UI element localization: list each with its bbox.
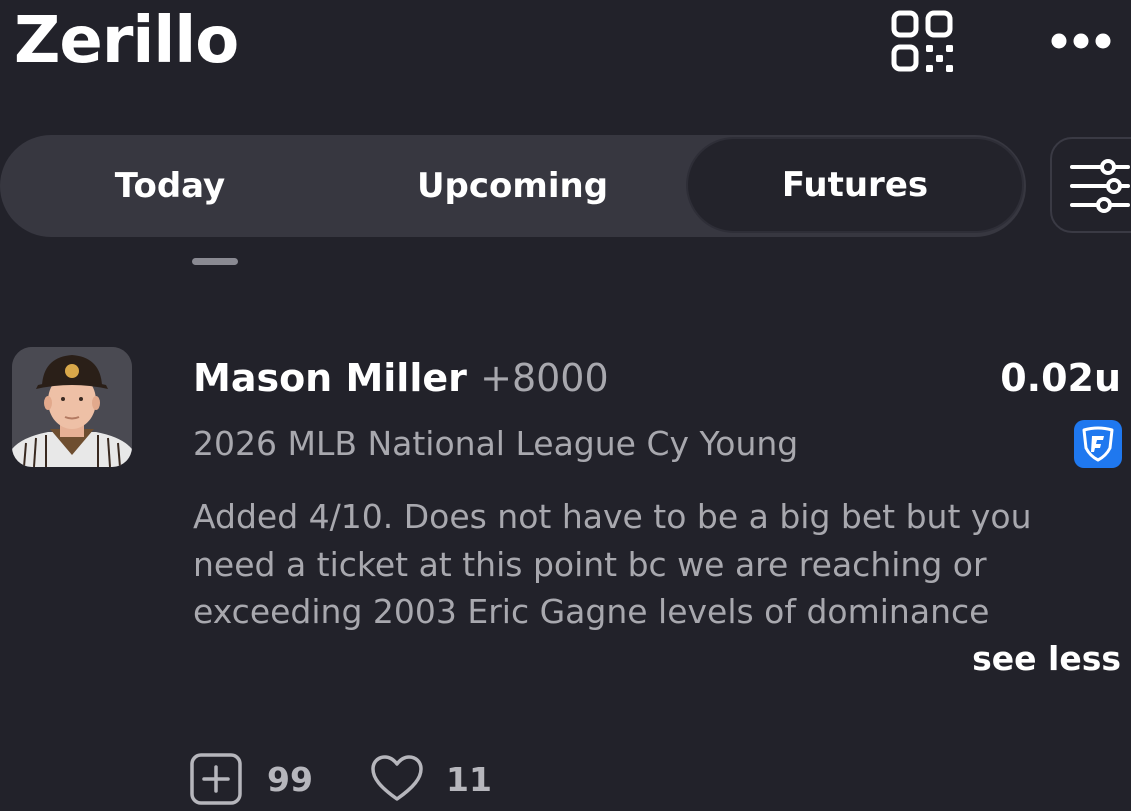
player-headshot [12, 347, 132, 467]
tab-today[interactable]: Today [0, 135, 340, 237]
see-less-link[interactable]: see less [972, 636, 1121, 682]
odds-value: +8000 [480, 356, 609, 400]
player-avatar [12, 347, 132, 467]
qr-code-button[interactable] [890, 10, 958, 74]
player-name: Mason Miller [193, 356, 467, 400]
fanduel-shield-icon [1082, 426, 1114, 462]
units-value: 0.02u [1000, 356, 1121, 400]
filter-button[interactable] [1050, 137, 1131, 233]
more-button[interactable] [1050, 28, 1112, 54]
plus-square-icon [190, 753, 242, 805]
like-button[interactable]: 11 [370, 752, 492, 806]
qr-code-icon [891, 10, 953, 72]
add-count: 99 [267, 759, 313, 799]
market-name: 2026 MLB National League Cy Young [193, 424, 799, 463]
add-button[interactable]: 99 [189, 752, 313, 806]
heart-icon [371, 755, 423, 801]
like-count: 11 [446, 759, 492, 799]
more-horizontal-icon [1051, 33, 1111, 49]
player-line: Mason Miller +8000 [193, 352, 609, 404]
drag-handle[interactable] [192, 258, 238, 265]
tab-bar: Today Upcoming Futures [0, 135, 1026, 237]
tab-upcoming[interactable]: Upcoming [340, 135, 685, 237]
pick-note: Added 4/10. Does not have to be a big be… [193, 497, 1032, 631]
page-title: Zerillo [14, 4, 239, 78]
sliders-icon [1070, 159, 1130, 213]
tab-futures[interactable]: Futures [686, 137, 1024, 233]
sportsbook-button[interactable] [1074, 420, 1122, 468]
